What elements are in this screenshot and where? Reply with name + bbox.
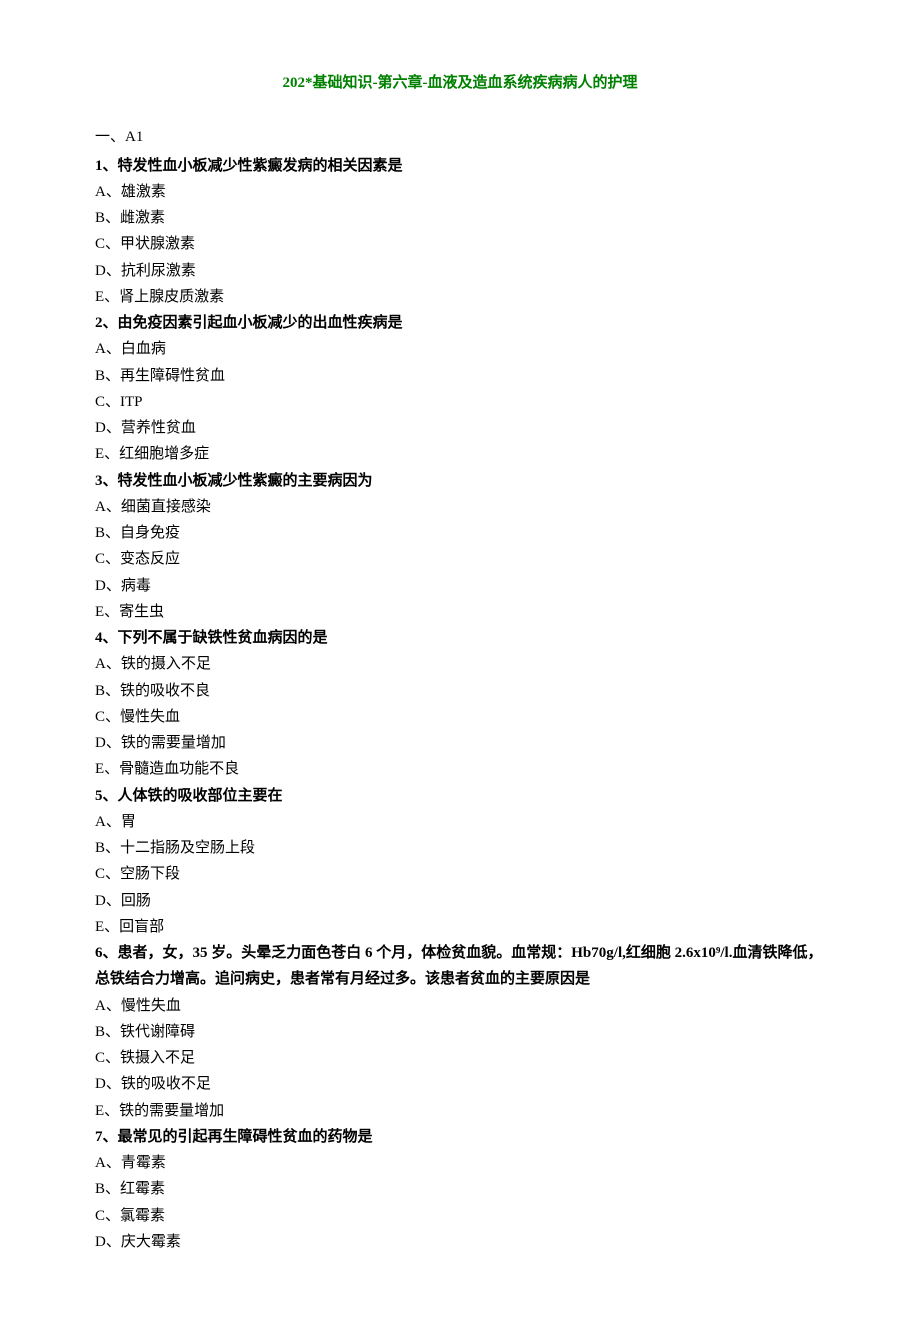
question-option: B、再生障碍性贫血 [95, 363, 825, 389]
question-option: D、回肠 [95, 888, 825, 914]
question-option: C、氯霉素 [95, 1203, 825, 1229]
question-text: 人体铁的吸收部位主要在 [118, 788, 283, 804]
question-number: 5、 [95, 788, 118, 804]
question-stem: 5、人体铁的吸收部位主要在 [95, 783, 825, 809]
question-option: B、红霉素 [95, 1176, 825, 1202]
question-option: E、肾上腺皮质激素 [95, 284, 825, 310]
question-option: C、ITP [95, 389, 825, 415]
question-option: E、骨髓造血功能不良 [95, 756, 825, 782]
question-option: D、铁的需要量增加 [95, 730, 825, 756]
question-number: 7、 [95, 1129, 118, 1145]
question-option: D、抗利尿激素 [95, 258, 825, 284]
question-text: 下列不属于缺铁性贫血病因的是 [118, 630, 328, 646]
question-option: E、回盲部 [95, 914, 825, 940]
question-text: 特发性血小板减少性紫癜发病的相关因素是 [118, 158, 403, 174]
document-title: 202*基础知识-第六章-血液及造血系统疾病病人的护理 [95, 70, 825, 96]
question-stem: 7、最常见的引起再生障碍性贫血的药物是 [95, 1124, 825, 1150]
question-option: C、空肠下段 [95, 861, 825, 887]
question-text: 由免疫因素引起血小板减少的出血性疾病是 [118, 315, 403, 331]
section-label: 一、A1 [95, 124, 825, 150]
question-option: B、雌激素 [95, 205, 825, 231]
question-number: 4、 [95, 630, 118, 646]
question-option: E、红细胞增多症 [95, 441, 825, 467]
question-option: B、十二指肠及空肠上段 [95, 835, 825, 861]
question-option: C、甲状腺激素 [95, 231, 825, 257]
question-option: C、慢性失血 [95, 704, 825, 730]
question-option: D、铁的吸收不足 [95, 1071, 825, 1097]
question-text: 患者，女，35 岁。头晕乏力面色苍白 6 个月，体检贫血貌。血常规：Hb70g/… [95, 945, 822, 987]
question-option: A、铁的摄入不足 [95, 651, 825, 677]
question-option: C、变态反应 [95, 546, 825, 572]
question-number: 6、 [95, 945, 118, 961]
question-option: B、铁的吸收不良 [95, 678, 825, 704]
question-stem: 1、特发性血小板减少性紫癜发病的相关因素是 [95, 153, 825, 179]
question-number: 1、 [95, 158, 118, 174]
question-number: 3、 [95, 473, 118, 489]
question-number: 2、 [95, 315, 118, 331]
question-option: A、白血病 [95, 336, 825, 362]
question-stem: 2、由免疫因素引起血小板减少的出血性疾病是 [95, 310, 825, 336]
question-option: A、胃 [95, 809, 825, 835]
question-option: D、病毒 [95, 573, 825, 599]
questions-container: 1、特发性血小板减少性紫癜发病的相关因素是A、雄激素B、雌激素C、甲状腺激素D、… [95, 153, 825, 1256]
question-option: B、自身免疫 [95, 520, 825, 546]
question-text: 最常见的引起再生障碍性贫血的药物是 [118, 1129, 373, 1145]
question-option: C、铁摄入不足 [95, 1045, 825, 1071]
question-stem: 3、特发性血小板减少性紫癜的主要病因为 [95, 468, 825, 494]
question-option: A、青霉素 [95, 1150, 825, 1176]
question-stem: 4、下列不属于缺铁性贫血病因的是 [95, 625, 825, 651]
question-option: A、细菌直接感染 [95, 494, 825, 520]
question-option: A、慢性失血 [95, 993, 825, 1019]
question-stem: 6、患者，女，35 岁。头晕乏力面色苍白 6 个月，体检贫血貌。血常规：Hb70… [95, 940, 825, 993]
question-option: E、铁的需要量增加 [95, 1098, 825, 1124]
question-option: A、雄激素 [95, 179, 825, 205]
question-text: 特发性血小板减少性紫癜的主要病因为 [118, 473, 373, 489]
question-option: D、庆大霉素 [95, 1229, 825, 1255]
question-option: B、铁代谢障碍 [95, 1019, 825, 1045]
question-option: D、营养性贫血 [95, 415, 825, 441]
question-option: E、寄生虫 [95, 599, 825, 625]
